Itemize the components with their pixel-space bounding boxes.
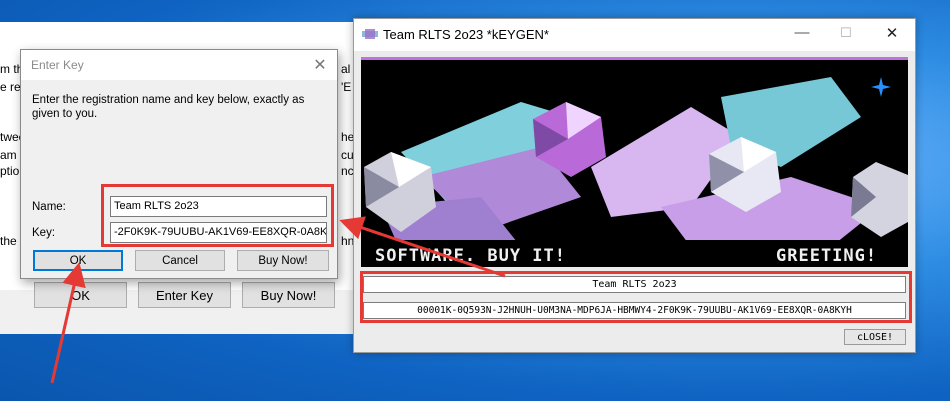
bg-text-fragment: nc: [341, 164, 354, 178]
annotation-box-fields: [101, 184, 334, 247]
keygen-title-bar: Team RLTS 2o23 *kEYGEN* — ☐ ✕: [354, 19, 915, 51]
cancel-button[interactable]: Cancel: [135, 250, 225, 271]
bg-text-fragment: al: [341, 62, 351, 76]
bg-ok-button[interactable]: OK: [34, 282, 127, 308]
scroller-text-left: SOFTWARE. BUY IT!: [375, 246, 566, 266]
buy-now-button[interactable]: Buy Now!: [237, 250, 329, 271]
bg-enter-key-button[interactable]: Enter Key: [138, 282, 231, 308]
keygen-close-button[interactable]: cLOSE!: [844, 329, 906, 345]
dialog-title-bar: Enter Key ✕: [21, 50, 337, 80]
minimize-icon[interactable]: —: [790, 24, 814, 41]
close-icon[interactable]: ✕: [880, 24, 904, 42]
ok-button[interactable]: OK: [33, 250, 123, 271]
bg-text-fragment: the: [0, 234, 17, 248]
key-label: Key:: [32, 227, 56, 239]
bg-text-fragment: ptio: [0, 164, 20, 178]
keygen-app-icon: [362, 29, 378, 39]
maximize-icon: ☐: [840, 25, 852, 40]
bg-text-fragment: e re: [0, 80, 21, 94]
keygen-banner-art: SOFTWARE. BUY IT! GREETING!: [361, 57, 908, 267]
dialog-description: Enter the registration name and key belo…: [32, 94, 305, 120]
scroller-text-right: GREETING!: [776, 246, 877, 266]
bg-buy-now-button[interactable]: Buy Now!: [242, 282, 335, 308]
dialog-close-icon[interactable]: ✕: [311, 55, 329, 75]
name-label: Name:: [32, 201, 66, 213]
dialog-title: Enter Key: [31, 58, 84, 72]
keygen-title: Team RLTS 2o23 *kEYGEN*: [383, 27, 549, 42]
annotation-box-output: [360, 271, 912, 323]
bg-text-fragment: 'E: [341, 80, 352, 94]
